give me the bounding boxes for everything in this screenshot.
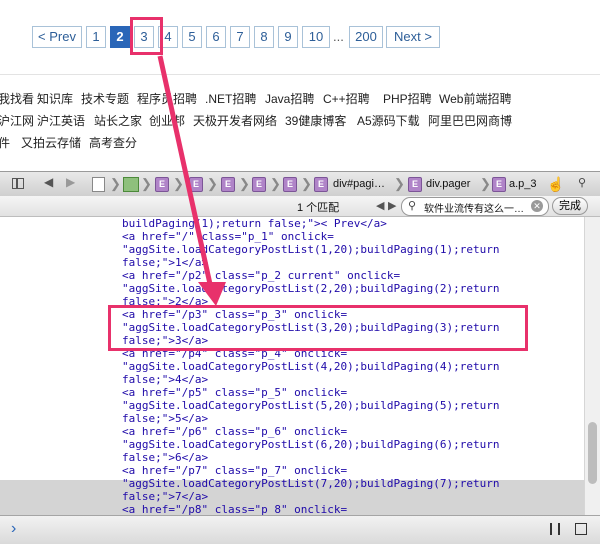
arrow-shaft [157,55,213,285]
arrow-head [198,282,226,306]
annotation-arrow [157,55,226,306]
